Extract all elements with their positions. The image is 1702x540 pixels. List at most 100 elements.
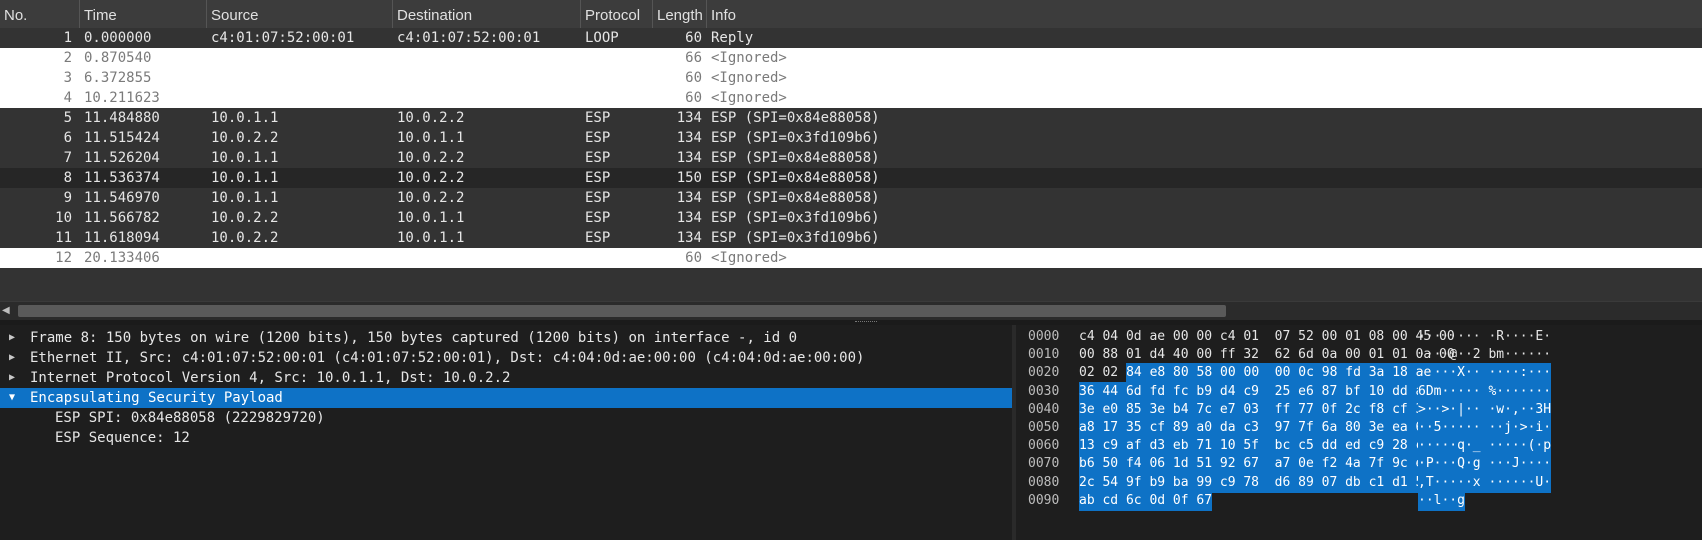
tree-expand-right-icon[interactable]: ▶ — [9, 368, 21, 388]
packet-list[interactable]: No. Time Source Destination Protocol Len… — [0, 0, 1702, 305]
packet-source: 10.0.2.2 — [211, 230, 279, 246]
packet-protocol — [585, 88, 651, 108]
packet-no: 11 — [55, 230, 72, 246]
packet-row[interactable]: 2 0.870540 66 <Ignored> — [0, 48, 1702, 68]
tree-expanded-down-icon[interactable]: ▼ — [9, 388, 21, 408]
detail-tree-item[interactable]: ▶ Frame 8: 150 bytes on wire (1200 bits),… — [0, 328, 1012, 348]
packet-protocol: ESP — [585, 190, 611, 206]
packet-no: 10 — [55, 210, 72, 226]
column-header-info[interactable]: Info — [707, 0, 1702, 28]
scrollbar-thumb[interactable] — [18, 305, 1226, 317]
packet-info: Reply — [711, 30, 754, 46]
bytes-offset: 0060 — [1028, 438, 1060, 454]
packet-length: 134 — [676, 110, 702, 126]
packet-protocol: ESP — [585, 230, 611, 246]
detail-tree-item[interactable]: ▶ Internet Protocol Version 4, Src: 10.0.… — [0, 368, 1012, 388]
tree-expand-right-icon[interactable]: ▶ — [9, 348, 21, 368]
packet-no: 8 — [63, 170, 72, 186]
packet-row[interactable]: 6 11.515424 10.0.2.2 10.0.1.1 ESP 134 ESP (SPI… — [0, 128, 1702, 148]
column-header-source[interactable]: Source — [207, 0, 393, 28]
bytes-offset: 0050 — [1028, 420, 1060, 435]
bytes-line[interactable]: 0090 ab cd 6c 0d 0f 67 ··l··g — [1016, 490, 1702, 511]
packet-source — [211, 248, 391, 268]
bytes-ascii: ····@··2 bm······ — [1418, 347, 1552, 363]
bytes-line[interactable]: 0030 36 44 6d fd fc b9 d4 c9 25 e6 87 bf … — [1016, 381, 1702, 402]
packet-destination: 10.0.2.2 — [397, 170, 465, 186]
bytes-line[interactable]: 0010 00 88 01 d4 40 00 ff 32 62 6d 0a 00 … — [1016, 345, 1702, 365]
packet-source: 10.0.1.1 — [211, 170, 279, 186]
packet-source: 10.0.1.1 — [211, 150, 279, 166]
packet-row[interactable]: 5 11.484880 10.0.1.1 10.0.2.2 ESP 134 ESP (SPI… — [0, 108, 1702, 128]
column-header-length[interactable]: Length — [653, 0, 707, 28]
packet-row[interactable]: 9 11.546970 10.0.1.1 10.0.2.2 ESP 134 ESP (SPI… — [0, 188, 1702, 208]
bytes-ascii-highlighted: 6Dm····· %······· — [1418, 381, 1552, 402]
detail-tree-item[interactable]: ESP SPI: 0x84e88058 (2229829720) — [0, 408, 1012, 428]
packet-list-horizontal-scrollbar[interactable]: ◀ — [0, 301, 1702, 320]
packet-row[interactable]: 10 11.566782 10.0.2.2 10.0.1.1 ESP 134 ESP (SP… — [0, 208, 1702, 228]
bytes-line[interactable]: 0040 3e e0 85 3e b4 7c e7 03 ff 77 0f 2c … — [1016, 399, 1702, 420]
column-header-no[interactable]: No. — [0, 0, 80, 28]
bytes-line[interactable]: 0070 b6 50 f4 06 1d 51 92 67 a7 0e f2 4a … — [1016, 454, 1702, 475]
packet-row[interactable]: 3 6.372855 60 <Ignored> — [0, 68, 1702, 88]
bytes-ascii-highlighted: ··5····· ··j·>·i· — [1418, 418, 1552, 438]
packet-time: 11.566782 — [84, 210, 160, 226]
bytes-offset: 0080 — [1028, 474, 1060, 490]
bytes-offset: 0010 — [1028, 347, 1060, 363]
packet-time: 20.133406 — [84, 250, 160, 266]
packet-info: ESP (SPI=0x3fd109b6) — [711, 210, 880, 226]
packet-source — [211, 68, 391, 88]
packet-row[interactable]: 11 11.618094 10.0.2.2 10.0.1.1 ESP 134 ESP (SP… — [0, 228, 1702, 248]
packet-no: 6 — [63, 130, 72, 146]
bytes-line[interactable]: 0050 a8 17 35 cf 89 a0 da c3 97 7f 6a 80 … — [1016, 418, 1702, 438]
packet-protocol — [585, 48, 651, 68]
bytes-line[interactable]: 0060 13 c9 af d3 eb 71 10 5f bc c5 dd ed … — [1016, 436, 1702, 457]
bytes-offset: 0000 — [1028, 329, 1060, 344]
bytes-hex-highlighted: 36 44 6d fd fc b9 d4 c9 25 e6 87 bf 10 d… — [1079, 381, 1455, 402]
packet-time: 11.515424 — [84, 130, 160, 146]
detail-tree-item-label: ESP SPI: 0x84e88058 (2229829720) — [55, 410, 325, 426]
packet-row[interactable]: 7 11.526204 10.0.1.1 10.0.2.2 ESP 134 ESP (SPI… — [0, 148, 1702, 168]
packet-length: 60 — [685, 70, 702, 86]
packet-details-pane[interactable]: ▶ Frame 8: 150 bytes on wire (1200 bits),… — [0, 325, 1012, 540]
packet-length: 134 — [676, 230, 702, 246]
column-header-protocol[interactable]: Protocol — [581, 0, 653, 28]
packet-bytes-pane[interactable]: 0000 c4 04 0d ae 00 00 c4 01 07 52 00 01 … — [1016, 325, 1702, 540]
packet-no: 12 — [55, 250, 72, 266]
packet-time: 0.000000 — [84, 30, 152, 46]
detail-tree-item[interactable]: ESP Sequence: 12 — [0, 428, 1012, 448]
packet-time: 11.618094 — [84, 230, 160, 246]
packet-source: 10.0.2.2 — [211, 130, 279, 146]
packet-no: 4 — [63, 90, 72, 106]
column-header-time[interactable]: Time — [80, 0, 207, 28]
column-header-destination[interactable]: Destination — [393, 0, 581, 28]
bytes-hex: c4 04 0d ae 00 00 c4 01 07 52 00 01 08 0… — [1079, 329, 1455, 344]
bytes-line[interactable]: 0000 c4 04 0d ae 00 00 c4 01 07 52 00 01 … — [1016, 327, 1702, 347]
bytes-offset: 0040 — [1028, 401, 1060, 417]
packet-time: 11.484880 — [84, 110, 160, 126]
detail-tree-item[interactable]: ▶ Ethernet II, Src: c4:01:07:52:00:01 (c4… — [0, 348, 1012, 368]
packet-row[interactable]: 1 0.000000 c4:01:07:52:00:01 c4:01:07:52:00… — [0, 28, 1702, 48]
packet-no: 1 — [63, 30, 72, 46]
packet-no: 9 — [63, 190, 72, 206]
bytes-line[interactable]: 0080 2c 54 9f b9 ba 99 c9 78 d6 89 07 db … — [1016, 472, 1702, 493]
packet-destination: 10.0.2.2 — [397, 110, 465, 126]
packet-destination — [397, 88, 579, 108]
bytes-line[interactable]: 0020 02 02 84 e8 80 58 00 00 00 0c 98 fd … — [1016, 363, 1702, 384]
bytes-ascii-highlighted: ··l··g — [1418, 490, 1465, 511]
tree-expand-right-icon[interactable]: ▶ — [9, 328, 21, 348]
packet-info: <Ignored> — [711, 250, 787, 266]
detail-tree-item[interactable]: ▼ Encapsulating Security Payload — [0, 388, 1012, 408]
packet-row[interactable]: 12 20.133406 60 <Ignored> — [0, 248, 1702, 268]
packet-length: 134 — [676, 210, 702, 226]
packet-length: 134 — [676, 130, 702, 146]
bytes-offset: 0020 — [1028, 365, 1060, 381]
packet-row[interactable]: 8 11.536374 10.0.1.1 10.0.2.2 ESP 150 ESP (SPI… — [0, 168, 1702, 188]
packet-row[interactable]: 4 10.211623 60 <Ignored> — [0, 88, 1702, 108]
packet-protocol: ESP — [585, 170, 611, 186]
bytes-hex: 00 88 01 d4 40 00 ff 32 62 6d 0a 00 01 0… — [1079, 347, 1455, 363]
packet-length: 60 — [685, 30, 702, 46]
packet-destination: 10.0.2.2 — [397, 150, 465, 166]
detail-tree-item-label: Internet Protocol Version 4, Src: 10.0.1… — [30, 370, 511, 386]
bytes-hex-highlighted: ab cd 6c 0d 0f 67 — [1079, 490, 1213, 511]
scroll-left-arrow-icon[interactable]: ◀ — [2, 305, 14, 317]
